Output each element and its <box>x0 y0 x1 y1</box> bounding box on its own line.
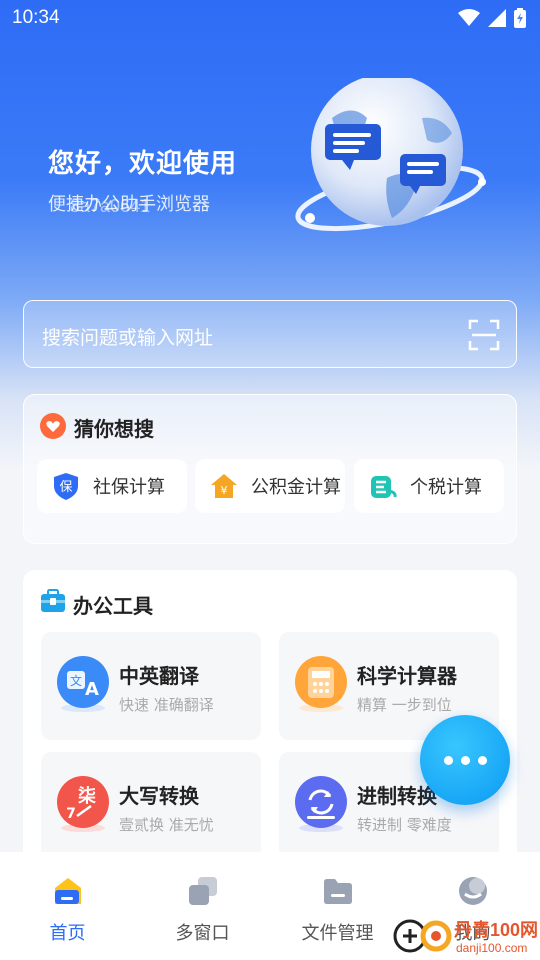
tab-windows[interactable]: 多窗口 <box>135 852 270 960</box>
tool-name: 科学计算器 <box>357 664 457 688</box>
wifi-icon <box>458 9 480 26</box>
uppercase-icon: 柒 7 <box>57 776 109 832</box>
chip-housing-fund[interactable]: ¥ 公积金计算 <box>195 459 345 513</box>
shield-icon: 保 <box>54 473 78 500</box>
tab-label: 多窗口 <box>175 923 230 944</box>
chip-label: 社保计算 <box>93 477 165 498</box>
svg-text:柒: 柒 <box>77 785 96 807</box>
tool-desc: 快速 准确翻译 <box>119 696 214 714</box>
chip-income-tax[interactable]: 个税计算 <box>354 459 504 513</box>
calculator-icon <box>295 656 347 712</box>
profile-icon <box>458 877 487 905</box>
signal-icon <box>488 9 506 27</box>
tool-uppercase[interactable]: 柒 7 大写转换 壹贰换 准无忧 <box>41 752 261 860</box>
tool-desc: 壹贰换 准无忧 <box>119 816 214 834</box>
tab-home[interactable]: 首页 <box>0 852 135 960</box>
tool-desc: 转进制 零难度 <box>357 816 452 834</box>
home-icon <box>54 878 81 904</box>
folder-icon <box>323 879 352 904</box>
tool-name: 大写转换 <box>119 784 199 808</box>
hero-overlay-text: 8a7a0641 <box>70 196 151 216</box>
status-icons <box>458 8 526 28</box>
chip-social-security[interactable]: 保 社保计算 <box>37 459 187 513</box>
tool-name: 进制转换 <box>357 784 437 808</box>
translate-icon: 文 A <box>57 656 109 712</box>
more-dot <box>443 755 453 765</box>
watermark-logo <box>393 919 452 953</box>
guess-search-card: 猜你想搜 保 社保计算 ¥ 公积金计算 个税计算 <box>23 394 517 544</box>
hero-title: 您好，欢迎使用 <box>48 149 238 179</box>
svg-text:A: A <box>85 679 99 700</box>
guess-title: 猜你想搜 <box>74 417 154 441</box>
tool-translate[interactable]: 文 A 中英翻译 快速 准确翻译 <box>41 632 261 740</box>
tool-desc: 精算 一步到位 <box>357 696 452 714</box>
battery-icon <box>514 8 526 28</box>
heart-icon <box>40 413 66 439</box>
search-input[interactable]: 搜索问题或输入网址 <box>42 323 213 350</box>
chip-label: 个税计算 <box>410 477 482 498</box>
tab-label: 文件管理 <box>301 923 374 944</box>
tax-icon <box>371 476 397 498</box>
search-bar[interactable]: 搜索问题或输入网址 <box>23 300 517 368</box>
more-dot <box>477 755 487 765</box>
more-fab-button[interactable] <box>420 715 510 805</box>
svg-text:文: 文 <box>70 673 82 688</box>
house-icon: ¥ <box>211 474 237 498</box>
watermark: 丹青100网 danji100.com <box>392 912 540 960</box>
status-bar: 10:34 <box>0 0 540 36</box>
watermark-text: 丹青100网 <box>454 920 539 940</box>
toolbox-icon <box>41 589 65 612</box>
tab-files[interactable]: 文件管理 <box>270 852 405 960</box>
svg-text:保: 保 <box>59 480 72 495</box>
status-time: 10:34 <box>12 7 60 28</box>
svg-text:7: 7 <box>66 806 76 822</box>
more-dot <box>460 755 470 765</box>
svg-text:¥: ¥ <box>221 484 228 497</box>
tool-name: 中英翻译 <box>119 664 199 688</box>
globe-illustration <box>295 78 486 232</box>
scan-icon[interactable] <box>468 319 500 351</box>
office-title: 办公工具 <box>73 594 153 618</box>
convert-icon <box>295 776 347 832</box>
watermark-domain: danji100.com <box>456 941 528 955</box>
tab-label: 首页 <box>49 923 86 944</box>
chip-label: 公积金计算 <box>251 477 341 498</box>
windows-icon <box>188 877 217 905</box>
